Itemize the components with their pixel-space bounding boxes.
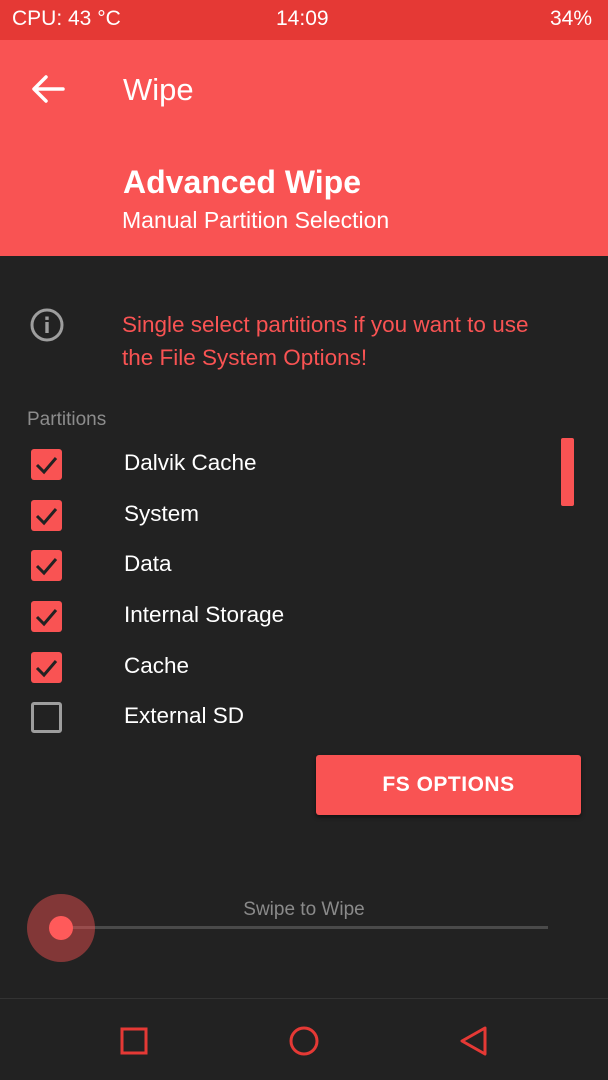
swipe-handle-dot (49, 916, 73, 940)
partition-item-system[interactable]: System (0, 491, 540, 539)
fs-options-button[interactable]: FS OPTIONS (316, 755, 581, 815)
check-icon (35, 558, 58, 576)
arrow-left-icon (32, 75, 65, 103)
partition-item-dalvik-cache[interactable]: Dalvik Cache (0, 440, 540, 488)
partition-item-data[interactable]: Data (0, 541, 540, 589)
cpu-temperature: CPU: 43 °C (12, 7, 121, 30)
circle-icon (289, 1026, 319, 1056)
partition-label: System (124, 501, 200, 526)
header: Wipe Advanced Wipe Manual Partition Sele… (0, 40, 608, 256)
checkbox-checked[interactable] (31, 652, 62, 683)
battery-level: 34% (549, 7, 592, 30)
square-icon (120, 1027, 148, 1055)
partition-label: Dalvik Cache (124, 450, 257, 475)
swipe-track[interactable] (60, 926, 548, 929)
checkbox-checked[interactable] (31, 601, 62, 632)
page-subtitle: Advanced Wipe (123, 164, 361, 200)
partition-label: External SD (124, 703, 245, 728)
triangle-back-icon (460, 1026, 487, 1056)
partition-item-external-sd[interactable]: External SD (0, 693, 540, 741)
info-icon (30, 308, 64, 342)
home-button[interactable] (282, 1019, 326, 1063)
page-description: Manual Partition Selection (122, 207, 390, 233)
info-message: Single select partitions if you want to … (122, 312, 529, 370)
swipe-handle[interactable] (27, 894, 95, 962)
partition-label: Data (124, 551, 172, 576)
back-button[interactable] (22, 66, 74, 112)
check-icon (35, 508, 58, 526)
clock: 14:09 (276, 7, 329, 30)
status-bar: CPU: 43 °C 14:09 34% (0, 0, 608, 40)
partitions-label: Partitions (27, 409, 107, 430)
scrollbar-thumb[interactable] (561, 438, 574, 506)
checkbox-unchecked[interactable] (31, 702, 62, 733)
partition-label: Internal Storage (124, 602, 285, 627)
partition-item-internal-storage[interactable]: Internal Storage (0, 592, 540, 640)
recent-apps-button[interactable] (112, 1019, 156, 1063)
page-title: Wipe (123, 72, 194, 107)
check-icon (35, 660, 58, 678)
partition-item-cache[interactable]: Cache (0, 643, 540, 691)
nav-back-button[interactable] (452, 1019, 496, 1063)
checkbox-checked[interactable] (31, 550, 62, 581)
checkbox-checked[interactable] (31, 449, 62, 480)
check-icon (35, 457, 58, 475)
navigation-bar (0, 998, 608, 1080)
check-icon (35, 609, 58, 627)
partition-label: Cache (124, 653, 190, 678)
checkbox-checked[interactable] (31, 500, 62, 531)
